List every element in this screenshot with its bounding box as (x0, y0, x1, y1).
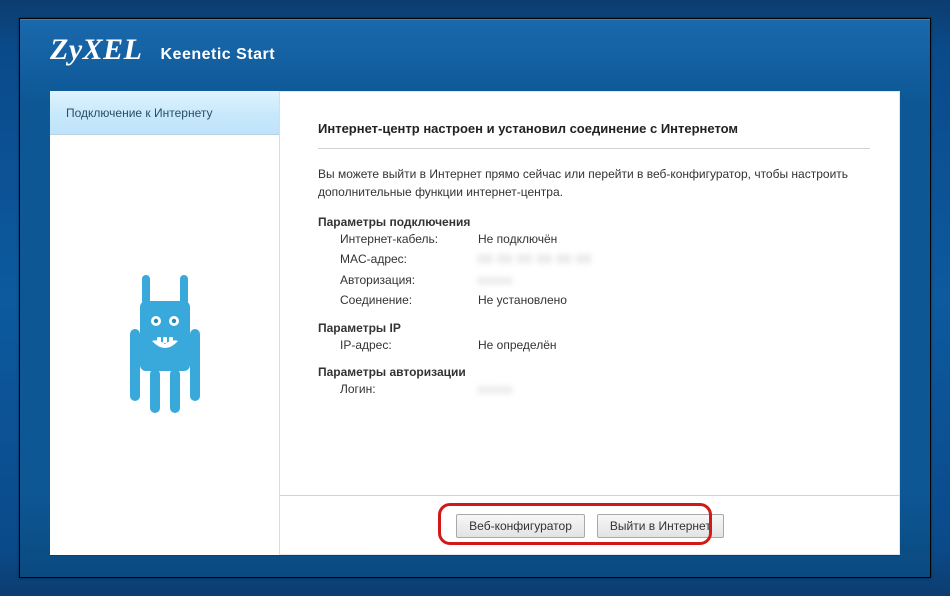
model-name: Keenetic Start (161, 46, 276, 64)
row-conn: Соединение: Не установлено (318, 290, 870, 310)
divider (318, 148, 870, 149)
content-area: Интернет-центр настроен и установил соед… (280, 91, 900, 555)
label-conn: Соединение: (318, 290, 478, 310)
value-ip: Не определён (478, 335, 557, 355)
mascot-icon (122, 275, 208, 415)
value-auth: xxxxx (478, 270, 513, 290)
value-mac: 00 00 00 00 00 00 (478, 249, 592, 269)
value-login: xxxxx (478, 379, 513, 399)
go-online-button[interactable]: Выйти в Интернет (597, 514, 724, 538)
value-cable: Не подключён (478, 229, 557, 249)
row-ip: IP-адрес: Не определён (318, 335, 870, 355)
row-login: Логин: xxxxx (318, 379, 870, 399)
value-conn: Не установлено (478, 290, 567, 310)
sidebar: Подключение к Интернету (50, 91, 280, 555)
mascot-container (50, 135, 279, 555)
app-window: ZyXEL Keenetic Start Подключение к Интер… (19, 18, 931, 578)
tab-internet-connection[interactable]: Подключение к Интернету (50, 91, 279, 135)
section-authz-title: Параметры авторизации (318, 365, 870, 379)
label-ip: IP-адрес: (318, 335, 478, 355)
footer: Веб-конфигуратор Выйти в Интернет (280, 495, 900, 555)
web-configurator-button[interactable]: Веб-конфигуратор (456, 514, 585, 538)
section-connection-title: Параметры подключения (318, 215, 870, 229)
row-cable: Интернет-кабель: Не подключён (318, 229, 870, 249)
label-auth: Авторизация: (318, 270, 478, 290)
main-card: Подключение к Интернету (50, 91, 900, 555)
brand-logo: ZyXEL (50, 33, 143, 67)
label-login: Логин: (318, 379, 478, 399)
header: ZyXEL Keenetic Start (20, 19, 930, 79)
label-mac: MAC-адрес: (318, 249, 478, 269)
row-auth: Авторизация: xxxxx (318, 270, 870, 290)
intro-text: Вы можете выйти в Интернет прямо сейчас … (318, 165, 870, 201)
row-mac: MAC-адрес: 00 00 00 00 00 00 (318, 249, 870, 269)
label-cable: Интернет-кабель: (318, 229, 478, 249)
page-title: Интернет-центр настроен и установил соед… (318, 121, 870, 136)
section-ip-title: Параметры IP (318, 321, 870, 335)
